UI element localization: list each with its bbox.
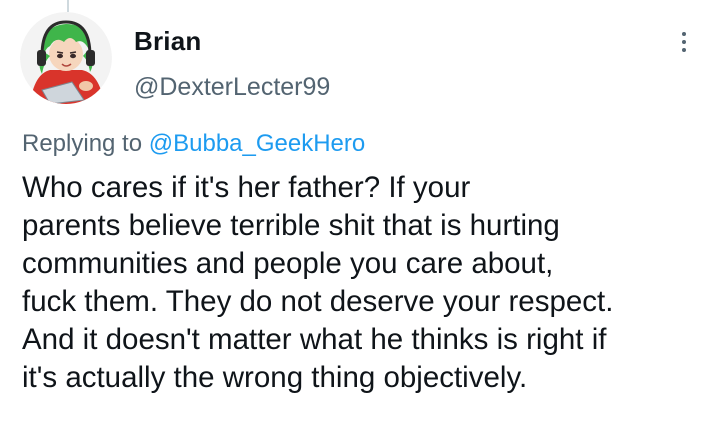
tweet-text: Who cares if it's her father? If your pa… <box>22 169 712 397</box>
tweet-line: And it doesn't matter what he thinks is … <box>22 323 607 356</box>
more-vertical-icon <box>682 32 686 36</box>
author-handle[interactable]: @DexterLecter99 <box>134 73 330 102</box>
more-options-button[interactable] <box>672 27 696 57</box>
reply-context: Replying to @Bubba_GeekHero <box>22 130 365 158</box>
tweet-line: communities and people you care about, <box>22 247 554 280</box>
more-vertical-icon-dot <box>682 40 686 44</box>
tweet-line: parents believe terrible shit that is hu… <box>22 209 560 242</box>
author-avatar[interactable] <box>20 12 112 104</box>
more-vertical-icon-dot <box>682 48 686 52</box>
tweet-line: Who cares if it's her father? If your <box>22 171 471 204</box>
reply-handle-link[interactable]: @Bubba_GeekHero <box>149 130 366 157</box>
tweet-line: it's actually the wrong thing objectivel… <box>22 361 528 394</box>
author-name[interactable]: Brian <box>134 26 201 57</box>
anime-character-avatar-icon <box>20 12 112 104</box>
thread-connector-line <box>67 0 69 12</box>
tweet-line: fuck them. They do not deserve your resp… <box>22 285 614 318</box>
reply-prefix: Replying to <box>22 130 143 157</box>
